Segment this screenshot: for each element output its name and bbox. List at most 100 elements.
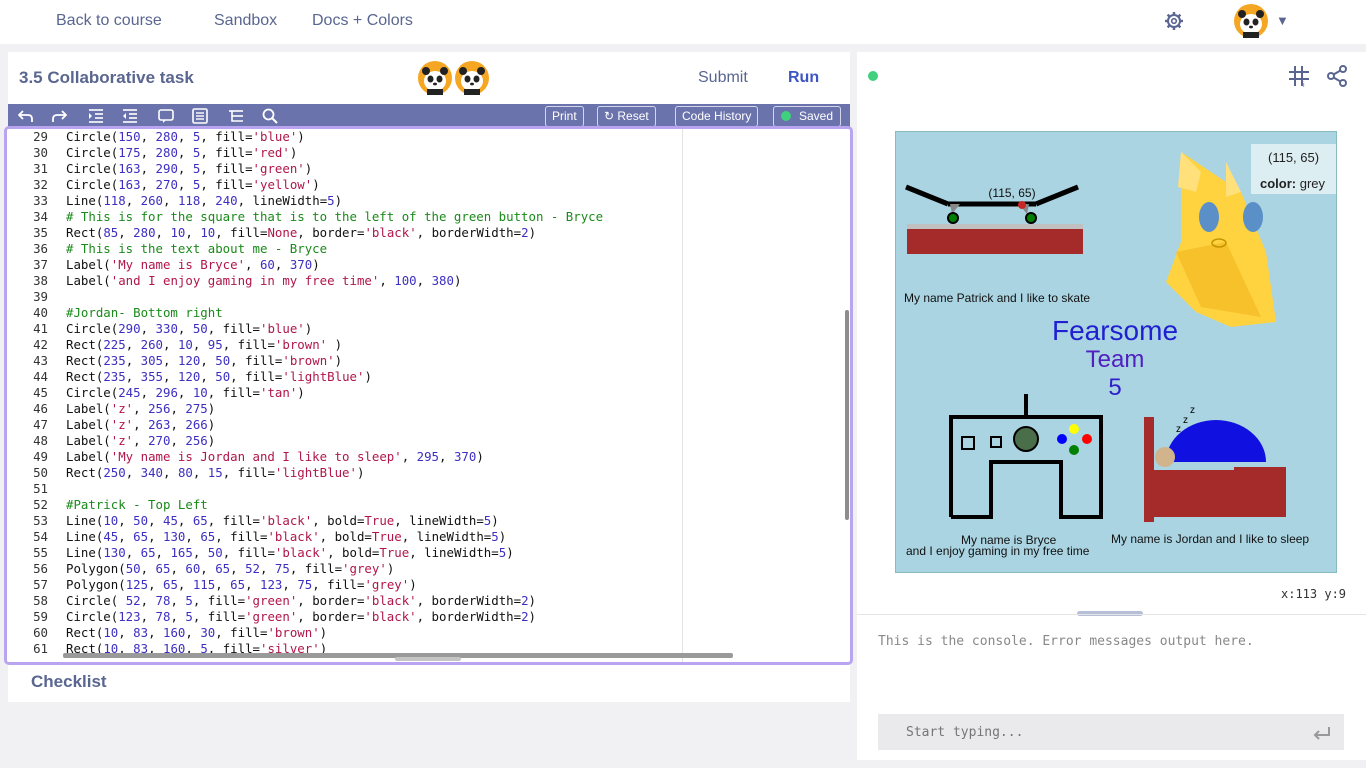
line-number: 31 <box>33 161 48 176</box>
user-avatar[interactable] <box>1234 4 1268 38</box>
vertical-scrollbar[interactable] <box>845 310 849 520</box>
line-number: 56 <box>33 561 48 576</box>
board-coords-label: (115, 65) <box>988 186 1035 200</box>
code-line[interactable]: 31 Circle(163, 290, 5, fill='green') <box>7 161 850 177</box>
code-text: Line(45, 65, 130, 65, fill='black', bold… <box>66 529 507 544</box>
code-line[interactable]: 32 Circle(163, 270, 5, fill='yellow') <box>7 177 850 193</box>
code-line[interactable]: 34 # This is for the square that is to th… <box>7 209 850 225</box>
code-history-button[interactable]: Code History <box>675 106 759 127</box>
code-line[interactable]: 33 Line(118, 260, 118, 240, lineWidth=5) <box>7 193 850 209</box>
cursor-coords: x:113 y:9 <box>1281 587 1347 601</box>
submit-button[interactable]: Submit <box>698 69 748 87</box>
controller-dpad <box>961 436 975 450</box>
code-line[interactable]: 42 Rect(225, 260, 10, 95, fill='brown' ) <box>7 337 850 353</box>
line-number: 35 <box>33 225 48 240</box>
sleep-z: z <box>1176 424 1181 435</box>
search-icon[interactable] <box>262 108 278 124</box>
code-line[interactable]: 55 Line(130, 65, 165, 50, fill='black', b… <box>7 545 850 561</box>
back-to-course-link[interactable]: Back to course <box>56 12 162 30</box>
saved-label: Saved <box>799 109 834 123</box>
share-icon[interactable] <box>1326 65 1348 87</box>
code-line[interactable]: 58 Circle( 52, 78, 5, fill='green', borde… <box>7 593 850 609</box>
redo-icon[interactable] <box>51 108 67 124</box>
code-line[interactable]: 51 <box>7 481 850 497</box>
svg-text:i: i <box>1303 82 1305 87</box>
code-line[interactable]: 59 Circle(123, 78, 5, fill='green', borde… <box>7 609 850 625</box>
tooltip-color-value: grey <box>1299 176 1326 191</box>
line-number: 49 <box>33 449 48 464</box>
drawing-canvas[interactable]: (115, 65) My name Patrick and I like to … <box>895 131 1337 573</box>
console-input[interactable] <box>878 714 1344 750</box>
top-nav: Back to course Sandbox Docs + Colors ▼ <box>0 0 1366 44</box>
line-number: 40 <box>33 305 48 320</box>
code-line[interactable]: 41 Circle(290, 330, 50, fill='blue') <box>7 321 850 337</box>
print-button[interactable]: Print <box>545 106 584 127</box>
indent-icon[interactable] <box>88 108 104 124</box>
enter-icon[interactable] <box>1313 725 1331 741</box>
code-line[interactable]: 49 Label('My name is Jordan and I like to… <box>7 449 850 465</box>
code-line[interactable]: 39 <box>7 289 850 305</box>
reset-button[interactable]: ↻ Reset <box>597 106 656 127</box>
line-number: 42 <box>33 337 48 352</box>
code-line[interactable]: 44 Rect(235, 355, 120, 50, fill='lightBlu… <box>7 369 850 385</box>
gear-icon[interactable] <box>1164 11 1184 31</box>
code-line[interactable]: 30 Circle(175, 280, 5, fill='red') <box>7 145 850 161</box>
code-text: Polygon(125, 65, 115, 65, 123, 75, fill=… <box>66 577 417 592</box>
code-text: Rect(250, 340, 80, 15, fill='lightBlue') <box>66 465 365 480</box>
status-indicator <box>868 71 878 81</box>
checklist-heading[interactable]: Checklist <box>31 672 107 692</box>
comment-icon[interactable] <box>158 108 174 124</box>
code-line[interactable]: 37 Label('My name is Bryce', 60, 370) <box>7 257 850 273</box>
controller-button-green <box>1069 445 1079 455</box>
code-text: Line(10, 50, 45, 65, fill='black', bold=… <box>66 513 499 528</box>
undo-icon[interactable] <box>18 108 34 124</box>
line-number: 47 <box>33 417 48 432</box>
line-number: 32 <box>33 177 48 192</box>
code-line[interactable]: 54 Line(45, 65, 130, 65, fill='black', bo… <box>7 529 850 545</box>
code-line[interactable]: 47 Label('z', 263, 266) <box>7 417 850 433</box>
code-line[interactable]: 52 #Patrick - Top Left <box>7 497 850 513</box>
tree-icon[interactable] <box>228 108 244 124</box>
jordan-head <box>1155 447 1175 467</box>
code-line[interactable]: 60 Rect(10, 83, 160, 30, fill='brown') <box>7 625 850 641</box>
code-line[interactable]: 40 #Jordan- Bottom right <box>7 305 850 321</box>
saved-indicator[interactable]: Saved <box>773 106 842 127</box>
line-number: 51 <box>33 481 48 496</box>
patrick-label: My name Patrick and I like to skate <box>904 291 1090 305</box>
controller-square <box>990 436 1002 448</box>
canvas-drawing: (115, 65) My name Patrick and I like to … <box>904 152 1309 558</box>
code-line[interactable]: 48 Label('z', 270, 256) <box>7 433 850 449</box>
code-line[interactable]: 38 Label('and I enjoy gaming in my free t… <box>7 273 850 289</box>
code-line[interactable]: 50 Rect(250, 340, 80, 15, fill='lightBlue… <box>7 465 850 481</box>
reset-label: Reset <box>617 109 649 123</box>
code-text: Circle(245, 296, 10, fill='tan') <box>66 385 305 400</box>
line-number: 44 <box>33 369 48 384</box>
line-number: 50 <box>33 465 48 480</box>
line-number: 60 <box>33 625 48 640</box>
editor-toolbar: Print ↻ Reset Code History Saved <box>8 104 850 128</box>
page-title: 3.5 Collaborative task <box>19 68 194 87</box>
line-number: 53 <box>33 513 48 528</box>
tooltip-color: color: grey <box>1260 176 1325 191</box>
outdent-icon[interactable] <box>122 108 138 124</box>
horizontal-scroll-thumb[interactable] <box>395 657 461 661</box>
code-line[interactable]: 36 # This is the text about me - Bryce <box>7 241 850 257</box>
docs-colors-link[interactable]: Docs + Colors <box>312 12 413 30</box>
code-line[interactable]: 56 Polygon(50, 65, 60, 65, 52, 75, fill='… <box>7 561 850 577</box>
run-button[interactable]: Run <box>788 69 819 87</box>
code-line[interactable]: 43 Rect(235, 305, 120, 50, fill='brown') <box>7 353 850 369</box>
code-text: Label('z', 263, 266) <box>66 417 216 432</box>
code-line[interactable]: 57 Polygon(125, 65, 115, 65, 123, 75, fil… <box>7 577 850 593</box>
code-line[interactable]: 45 Circle(245, 296, 10, fill='tan') <box>7 385 850 401</box>
line-number: 33 <box>33 193 48 208</box>
tooltip-color-label: color: <box>1260 176 1297 191</box>
sandbox-link[interactable]: Sandbox <box>214 12 277 30</box>
code-line[interactable]: 46 Label('z', 256, 275) <box>7 401 850 417</box>
code-line[interactable]: 53 Line(10, 50, 45, 65, fill='black', bol… <box>7 513 850 529</box>
code-line[interactable]: 35 Rect(85, 280, 10, 10, fill=None, borde… <box>7 225 850 241</box>
grid-icon[interactable]: i <box>1288 65 1310 87</box>
code-line[interactable]: 29 Circle(150, 280, 5, fill='blue') <box>7 129 850 145</box>
format-icon[interactable] <box>192 108 208 124</box>
code-editor[interactable]: 29 Circle(150, 280, 5, fill='blue') 30 Circ… <box>4 126 853 665</box>
chevron-down-icon[interactable]: ▼ <box>1276 13 1289 28</box>
